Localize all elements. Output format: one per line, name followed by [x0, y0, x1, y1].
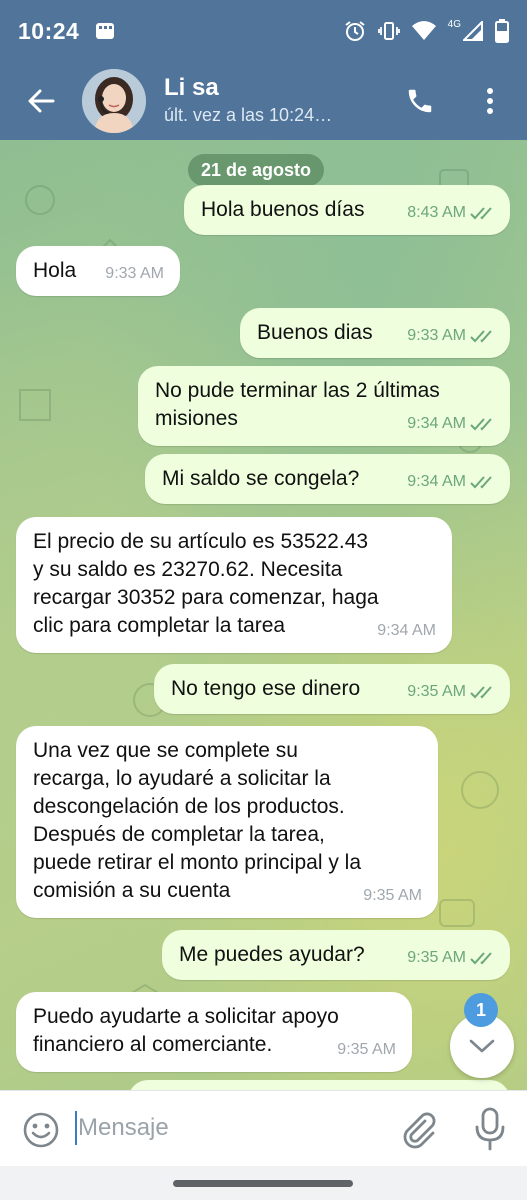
- avatar[interactable]: [82, 69, 146, 133]
- last-seen-status: últ. vez a las 10:24…: [164, 105, 333, 125]
- message-bubble-incoming[interactable]: Una vez que se complete su recarga, lo a…: [16, 726, 438, 918]
- message-bubble-incoming[interactable]: Puedo ayudarte a solicitar apoyo financi…: [16, 992, 412, 1072]
- call-button[interactable]: [396, 62, 444, 140]
- message-text: Hola: [33, 259, 77, 282]
- back-button[interactable]: [0, 62, 82, 140]
- navigation-bar: [0, 1166, 527, 1200]
- mic-icon[interactable]: [472, 1107, 508, 1151]
- text-cursor: [75, 1111, 77, 1145]
- message-text: Hola buenos días: [201, 198, 365, 221]
- message-bubble-incoming[interactable]: Hola 9:33 AM: [16, 246, 180, 296]
- message-bubble-outgoing[interactable]: Buenos dias 9:33 AM: [240, 308, 510, 358]
- home-gesture-handle[interactable]: [173, 1180, 353, 1187]
- read-checks-icon: [470, 686, 492, 699]
- status-bar: 10:24 4G: [0, 0, 527, 62]
- read-checks-icon: [470, 952, 492, 965]
- back-arrow-icon: [28, 89, 55, 113]
- wifi-icon: [411, 21, 436, 40]
- emoji-icon[interactable]: [22, 1111, 60, 1149]
- chat-header: Li sa últ. vez a las 10:24…: [0, 62, 527, 140]
- chevron-down-icon: [469, 1039, 495, 1053]
- message-bubble-outgoing[interactable]: No tengo ese dinero 9:35 AM: [154, 664, 510, 714]
- alarm-icon: [345, 21, 365, 41]
- message-time: 9:34 AM: [377, 622, 436, 639]
- message-time: 9:33 AM: [105, 265, 164, 282]
- battery-icon: [495, 19, 509, 43]
- chat-area[interactable]: 21 de agosto Hola buenos días 8:43 AM Ho…: [0, 140, 527, 1090]
- message-time: 9:35 AM: [407, 949, 466, 966]
- read-checks-icon: [470, 418, 492, 431]
- message-time: 9:34 AM: [407, 415, 466, 432]
- message-time: 9:34 AM: [407, 473, 466, 490]
- message-bubble-outgoing[interactable]: Mi saldo se congela? 9:34 AM: [145, 454, 510, 504]
- attach-icon[interactable]: [398, 1109, 438, 1149]
- network-type: 4G: [447, 18, 461, 30]
- message-bubble-outgoing-partial[interactable]: [128, 1080, 510, 1090]
- read-checks-icon: [470, 476, 492, 489]
- status-time: 10:24: [18, 17, 80, 44]
- message-text: Una vez que se complete su recarga, lo a…: [33, 739, 362, 902]
- message-text: Mi saldo se congela?: [162, 467, 360, 490]
- message-input[interactable]: [78, 1105, 378, 1151]
- message-time: 9:35 AM: [337, 1041, 396, 1058]
- message-text: Me puedes ayudar?: [179, 943, 365, 966]
- message-text: El precio de su artículo es 53522.43 y s…: [33, 530, 379, 637]
- date-chip: 21 de agosto: [188, 154, 325, 186]
- message-input-bar: [0, 1090, 527, 1166]
- message-bubble-outgoing[interactable]: Me puedes ayudar? 9:35 AM: [162, 930, 510, 980]
- read-checks-icon: [470, 330, 492, 343]
- message-text: Puedo ayudarte a solicitar apoyo financi…: [33, 1005, 339, 1056]
- message-text: No tengo ese dinero: [171, 677, 361, 700]
- chat-title[interactable]: Li sa últ. vez a las 10:24…: [164, 74, 332, 128]
- message-time: 9:33 AM: [407, 327, 466, 344]
- unread-count-badge: 1: [464, 993, 498, 1027]
- more-options-button[interactable]: [466, 62, 514, 140]
- message-bubble-outgoing[interactable]: Hola buenos días 8:43 AM: [184, 185, 510, 235]
- notification-icon: [96, 23, 115, 39]
- message-time: 9:35 AM: [407, 683, 466, 700]
- message-bubble-outgoing[interactable]: No pude terminar las 2 últimas misiones …: [138, 366, 510, 446]
- read-checks-icon: [470, 207, 492, 220]
- contact-name: Li sa: [164, 74, 219, 101]
- vibrate-icon: [377, 22, 400, 40]
- phone-icon: [408, 89, 432, 113]
- status-icons: 4G: [344, 19, 509, 43]
- message-time: 8:43 AM: [407, 204, 466, 221]
- signal-icon: [463, 21, 483, 41]
- message-bubble-incoming[interactable]: El precio de su artículo es 53522.43 y s…: [16, 517, 452, 653]
- message-time: 9:35 AM: [363, 887, 422, 904]
- message-text: Buenos dias: [257, 321, 373, 344]
- more-vert-icon: [487, 88, 493, 114]
- message-text: No pude terminar las 2 últimas misiones: [155, 379, 440, 430]
